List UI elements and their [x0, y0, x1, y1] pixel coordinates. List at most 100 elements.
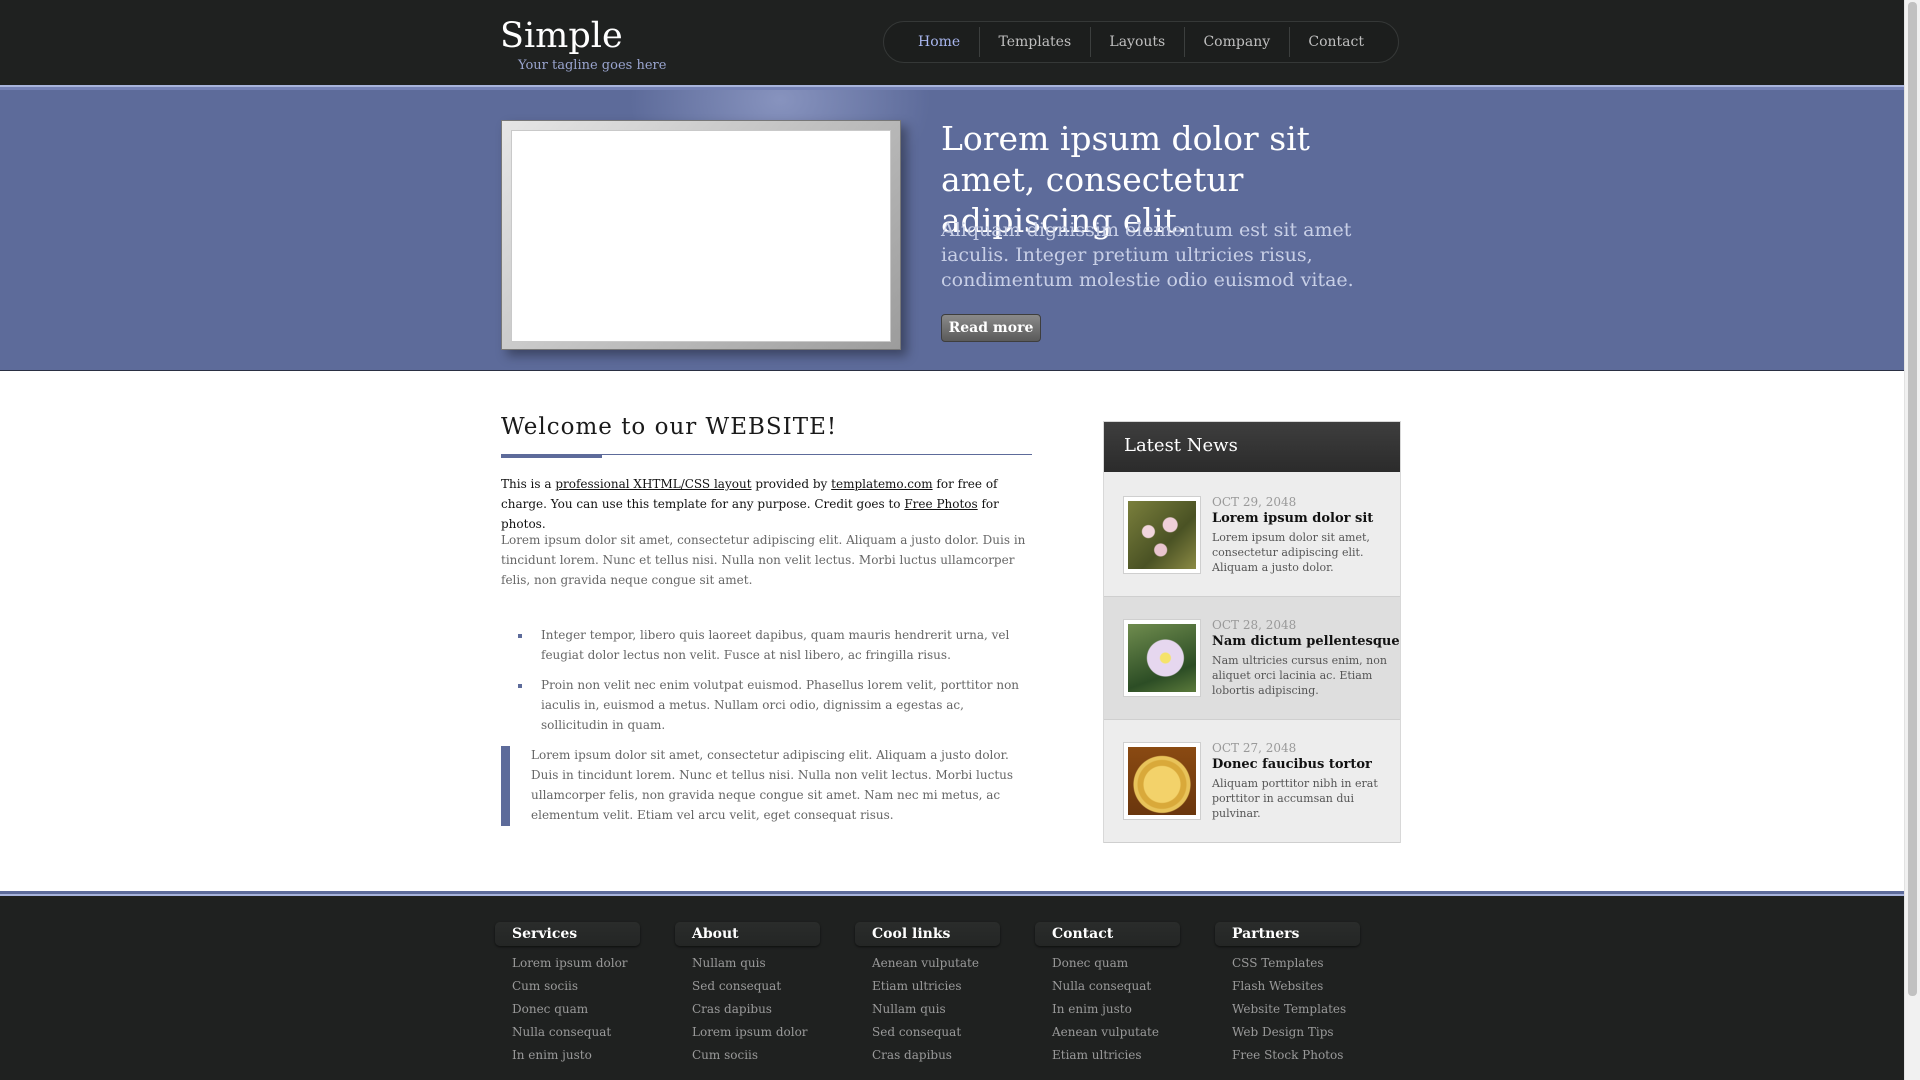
footer-link-list: CSS Templates Flash Websites Website Tem…	[1215, 952, 1360, 1067]
intro-text: provided by	[751, 477, 832, 491]
site-logo[interactable]: Simple Your tagline goes here	[500, 16, 666, 73]
footer-link[interactable]: Lorem ipsum dolor	[675, 1021, 820, 1044]
nav-divider	[1089, 27, 1091, 57]
footer-link[interactable]: Cum sociis	[495, 975, 640, 998]
news-title[interactable]: Lorem ipsum dolor sit	[1212, 511, 1392, 526]
orchid-photo-icon	[1128, 501, 1196, 569]
nav-item-home[interactable]: Home	[904, 28, 974, 56]
footer-link[interactable]: Nulla consequat	[495, 1021, 640, 1044]
coffee-cup-photo-icon	[1128, 747, 1196, 815]
templatemo-link[interactable]: templatemo.com	[831, 477, 932, 491]
footer-link[interactable]: In enim justo	[1035, 998, 1180, 1021]
footer-link-list: Donec quam Nulla consequat In enim justo…	[1035, 952, 1180, 1067]
intro-text: This is a	[501, 477, 556, 491]
heading-underline-accent	[501, 454, 602, 458]
footer-column-cool-links: Cool links Aenean vulputate Etiam ultric…	[855, 922, 1000, 1067]
footer-column-title: About	[675, 922, 820, 946]
footer-link[interactable]: In enim justo	[495, 1044, 640, 1067]
footer-link[interactable]: Nulla consequat	[1035, 975, 1180, 998]
footer-link[interactable]: Etiam ultricies	[1035, 1044, 1180, 1067]
hero-text: Aliquam dignissim elementum est sit amet…	[941, 219, 1354, 291]
news-title[interactable]: Donec faucibus tortor	[1212, 757, 1392, 772]
latest-news-panel: Latest News OCT 29, 2048 Lorem ipsum dol…	[1103, 421, 1401, 843]
footer-link-list: Lorem ipsum dolor Cum sociis Donec quam …	[495, 952, 640, 1067]
bullet-icon	[518, 684, 522, 688]
footer-column-title: Contact	[1035, 922, 1180, 946]
footer-link[interactable]: Donec quam	[495, 998, 640, 1021]
footer-link[interactable]: Flash Websites	[1215, 975, 1360, 998]
blockquote-bar	[501, 746, 510, 826]
footer-link[interactable]: CSS Templates	[1215, 952, 1360, 975]
main-nav: Home Templates Layouts Company Contact	[883, 21, 1399, 63]
footer-link[interactable]: Aenean vulputate	[855, 952, 1000, 975]
list-item: Proin non velit nec enim volutpat euismo…	[501, 675, 1031, 735]
nav-item-company[interactable]: Company	[1189, 28, 1284, 56]
footer-column-title: Cool links	[855, 922, 1000, 946]
nav-divider	[1183, 27, 1185, 57]
news-item[interactable]: OCT 27, 2048 Donec faucibus tortor Aliqu…	[1104, 720, 1400, 843]
footer-column-contact: Contact Donec quam Nulla consequat In en…	[1035, 922, 1180, 1067]
news-thumbnail[interactable]	[1123, 619, 1201, 697]
site-tagline: Your tagline goes here	[518, 58, 667, 73]
footer-link[interactable]: Free Stock Photos	[1215, 1044, 1360, 1067]
footer-link[interactable]: Donec quam	[1035, 952, 1180, 975]
footer-divider	[0, 891, 1904, 898]
nav-divider	[978, 27, 980, 57]
body-paragraph: Lorem ipsum dolor sit amet, consectetur …	[501, 533, 1026, 587]
footer-link[interactable]: Aenean vulputate	[1035, 1021, 1180, 1044]
hero-image	[511, 130, 891, 342]
hero-image-frame	[501, 120, 901, 350]
nav-item-templates[interactable]: Templates	[984, 28, 1085, 56]
bullet-icon	[518, 634, 522, 638]
footer-column-services: Services Lorem ipsum dolor Cum sociis Do…	[495, 922, 640, 1067]
footer-link[interactable]: Cum sociis	[675, 1044, 820, 1067]
bullet-list: Integer tempor, libero quis laoreet dapi…	[501, 625, 1031, 745]
site-header: Simple Your tagline goes here Home Templ…	[0, 0, 1904, 84]
footer-link[interactable]: Lorem ipsum dolor	[495, 952, 640, 975]
news-date: OCT 29, 2048	[1212, 495, 1297, 509]
footer-link[interactable]: Nullam quis	[675, 952, 820, 975]
footer-link[interactable]: Sed consequat	[675, 975, 820, 998]
news-excerpt: Lorem ipsum dolor sit amet, consectetur …	[1212, 531, 1370, 574]
latest-news-heading: Latest News	[1104, 422, 1400, 472]
intro-paragraph: This is a professional XHTML/CSS layout …	[501, 474, 1031, 534]
footer-link[interactable]: Web Design Tips	[1215, 1021, 1360, 1044]
nav-item-layouts[interactable]: Layouts	[1095, 28, 1179, 56]
news-item[interactable]: OCT 29, 2048 Lorem ipsum dolor sit Lorem…	[1104, 474, 1400, 597]
blockquote: Lorem ipsum dolor sit amet, consectetur …	[531, 748, 1014, 822]
nav-item-contact[interactable]: Contact	[1294, 28, 1378, 56]
footer-link[interactable]: Sed consequat	[855, 1021, 1000, 1044]
hero-divider	[0, 370, 1904, 371]
news-excerpt: Aliquam porttitor nibh in erat porttitor…	[1212, 777, 1378, 820]
page: Simple Your tagline goes here Home Templ…	[0, 0, 1904, 1080]
footer-link-list: Aenean vulputate Etiam ultricies Nullam …	[855, 952, 1000, 1067]
footer-link[interactable]: Website Templates	[1215, 998, 1360, 1021]
vertical-scrollbar[interactable]	[1904, 0, 1920, 1080]
free-photos-link[interactable]: Free Photos	[904, 497, 977, 511]
read-more-button[interactable]: Read more	[941, 314, 1041, 342]
news-item[interactable]: OCT 28, 2048 Nam dictum pellentesque Nam…	[1104, 597, 1400, 720]
footer-link[interactable]: Cras dapibus	[675, 998, 820, 1021]
nav-divider	[1288, 27, 1290, 57]
news-excerpt: Nam ultricies cursus enim, non aliquet o…	[1212, 654, 1387, 697]
site-title[interactable]: Simple	[500, 16, 623, 56]
news-thumbnail[interactable]	[1123, 742, 1201, 820]
list-item: Integer tempor, libero quis laoreet dapi…	[501, 625, 1031, 665]
flower-bee-photo-icon	[1128, 624, 1196, 692]
footer-link[interactable]: Nullam quis	[855, 998, 1000, 1021]
news-title[interactable]: Nam dictum pellentesque	[1212, 634, 1400, 649]
footer-column-title: Partners	[1215, 922, 1360, 946]
welcome-heading: Welcome to our WEBSITE!	[501, 414, 838, 440]
list-item-text: Proin non velit nec enim volutpat euismo…	[541, 678, 1020, 732]
news-date: OCT 27, 2048	[1212, 741, 1297, 755]
footer-link-list: Nullam quis Sed consequat Cras dapibus L…	[675, 952, 820, 1067]
news-date: OCT 28, 2048	[1212, 618, 1297, 632]
footer-column-title: Services	[495, 922, 640, 946]
footer-column-about: About Nullam quis Sed consequat Cras dap…	[675, 922, 820, 1067]
footer-link[interactable]: Cras dapibus	[855, 1044, 1000, 1067]
professional-layout-link[interactable]: professional XHTML/CSS layout	[555, 477, 751, 491]
scrollbar-thumb[interactable]	[1908, 2, 1917, 996]
news-thumbnail[interactable]	[1123, 496, 1201, 574]
footer-link[interactable]: Etiam ultricies	[855, 975, 1000, 998]
footer-column-partners: Partners CSS Templates Flash Websites We…	[1215, 922, 1360, 1067]
